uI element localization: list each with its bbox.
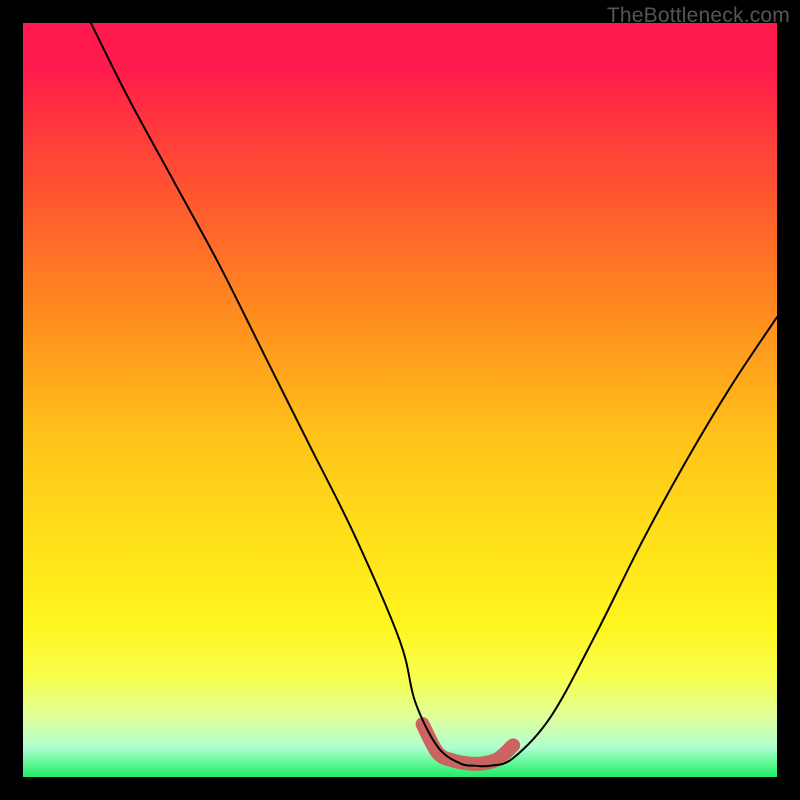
bottleneck-curve xyxy=(23,23,777,777)
chart-frame: TheBottleneck.com xyxy=(0,0,800,800)
watermark-text: TheBottleneck.com xyxy=(607,4,790,28)
plot-area xyxy=(23,23,777,777)
